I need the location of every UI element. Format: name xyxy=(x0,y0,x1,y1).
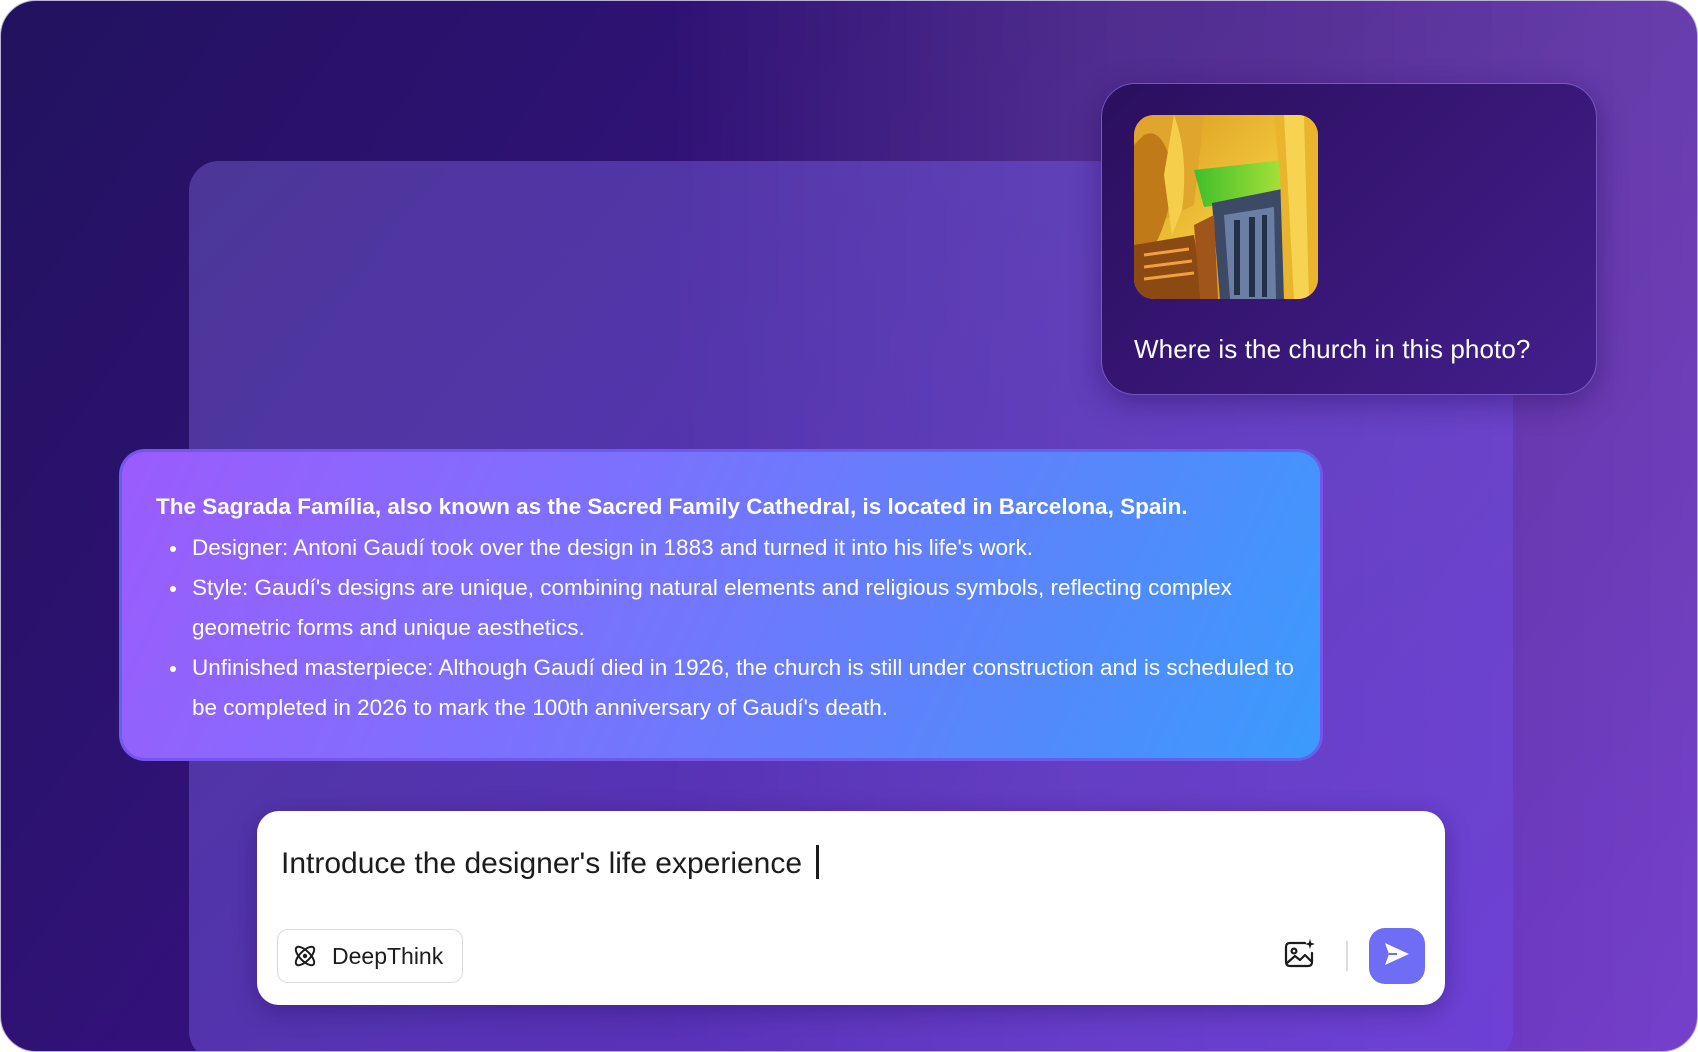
image-upload-button[interactable] xyxy=(1281,938,1319,974)
image-sparkle-icon xyxy=(1283,938,1317,975)
answer-bullet: Style: Gaudí's designs are unique, combi… xyxy=(156,568,1306,648)
text-caret xyxy=(816,845,820,879)
app-frame: Where is the church in this photo? The S… xyxy=(0,0,1698,1052)
user-question: Where is the church in this photo? xyxy=(1134,334,1531,364)
deepthink-label: DeepThink xyxy=(332,942,444,969)
user-message-card: Where is the church in this photo? xyxy=(1101,83,1597,395)
send-button[interactable] xyxy=(1369,928,1425,984)
send-icon xyxy=(1383,941,1411,972)
deepthink-button[interactable]: DeepThink xyxy=(277,929,463,983)
atom-icon xyxy=(290,941,320,971)
message-input[interactable]: Introduce the designer's life experience xyxy=(281,845,820,881)
church-photo-image xyxy=(1134,115,1318,299)
message-composer[interactable]: Introduce the designer's life experience… xyxy=(257,811,1445,1005)
message-input-value: Introduce the designer's life experience xyxy=(281,847,803,880)
answer-bullet: Unfinished masterpiece: Although Gaudí d… xyxy=(156,648,1306,728)
toolbar-divider xyxy=(1346,941,1348,971)
answer-heading: The Sagrada Família, also known as the S… xyxy=(156,494,1188,519)
attached-photo[interactable] xyxy=(1134,115,1318,299)
assistant-answer-card: The Sagrada Família, also known as the S… xyxy=(119,449,1323,761)
answer-bullet: Designer: Antoni Gaudí took over the des… xyxy=(156,528,1306,568)
answer-bullet-list: Designer: Antoni Gaudí took over the des… xyxy=(156,528,1306,728)
